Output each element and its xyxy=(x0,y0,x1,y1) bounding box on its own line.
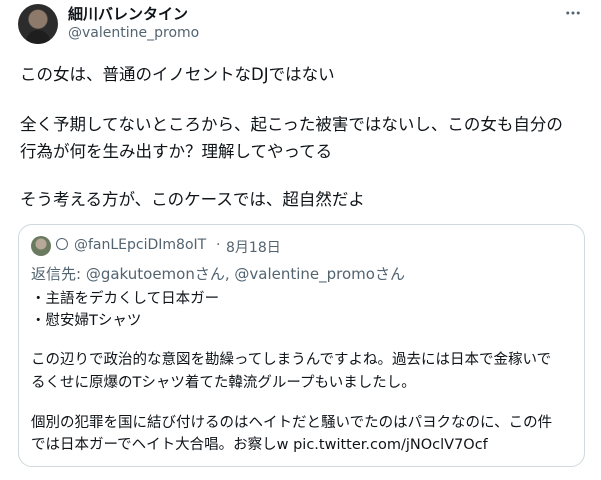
separator-dot: · xyxy=(216,237,221,253)
tweet-text-line: この女は、普通のイノセントなDJではない xyxy=(20,65,335,84)
reply-prefix: 返信先: xyxy=(31,265,86,283)
tweet-text-line: 行為が何を生み出すか？理解してやってる xyxy=(20,142,333,161)
quoted-text-line: ・主語をデカくして日本ガー xyxy=(31,291,220,307)
quoted-text-line: ・慰安婦Tシャツ xyxy=(31,313,142,329)
tweet-text-line: そう考える方が、このケースでは、超自然だよ xyxy=(20,190,365,209)
circle-icon xyxy=(56,238,68,250)
author-handle[interactable]: @valentine_promo xyxy=(68,25,199,41)
quoted-text-line: この辺りで政治的な意図を勘繰ってしまうんですよね。過去には日本で金稼いで xyxy=(31,352,552,368)
author-display-name[interactable]: 細川バレンタイン xyxy=(68,3,188,24)
quoted-text-line: 個別の犯罪を国に結び付けるのはヘイトだと騒いでたのはパヨクなのに、この件 xyxy=(31,415,553,431)
quoted-author-handle[interactable]: @fanLEpciDIm8oIT xyxy=(74,237,206,253)
tweet-text-line: 全く予期してないところから、起こった被害ではないし、この女も自分の xyxy=(20,115,563,134)
more-horizontal-icon xyxy=(566,11,580,15)
quoted-text-line: るくせに原爆のTシャツ着てた韓流グループもいましたし。 xyxy=(31,375,416,391)
reply-mentions[interactable]: @gakutoemonさん, @valentine_promoさん xyxy=(86,265,405,283)
tweet: 細川バレンタイン @valentine_promo この女は、普通のイノセントな… xyxy=(0,0,601,480)
reply-to-line: 返信先: @gakutoemonさん, @valentine_promoさん xyxy=(31,263,405,284)
author-avatar[interactable] xyxy=(18,4,58,44)
more-button[interactable] xyxy=(562,4,584,22)
quoted-date[interactable]: 8月18日 xyxy=(226,237,281,257)
quoted-tweet[interactable]: @fanLEpciDIm8oIT · 8月18日 返信先: @gakutoemo… xyxy=(18,224,585,467)
quoted-author-avatar[interactable] xyxy=(31,236,51,256)
quoted-text-line: では日本ガーでヘイト大合唱。お察しw pic.twitter.com/jNOcl… xyxy=(31,437,488,453)
